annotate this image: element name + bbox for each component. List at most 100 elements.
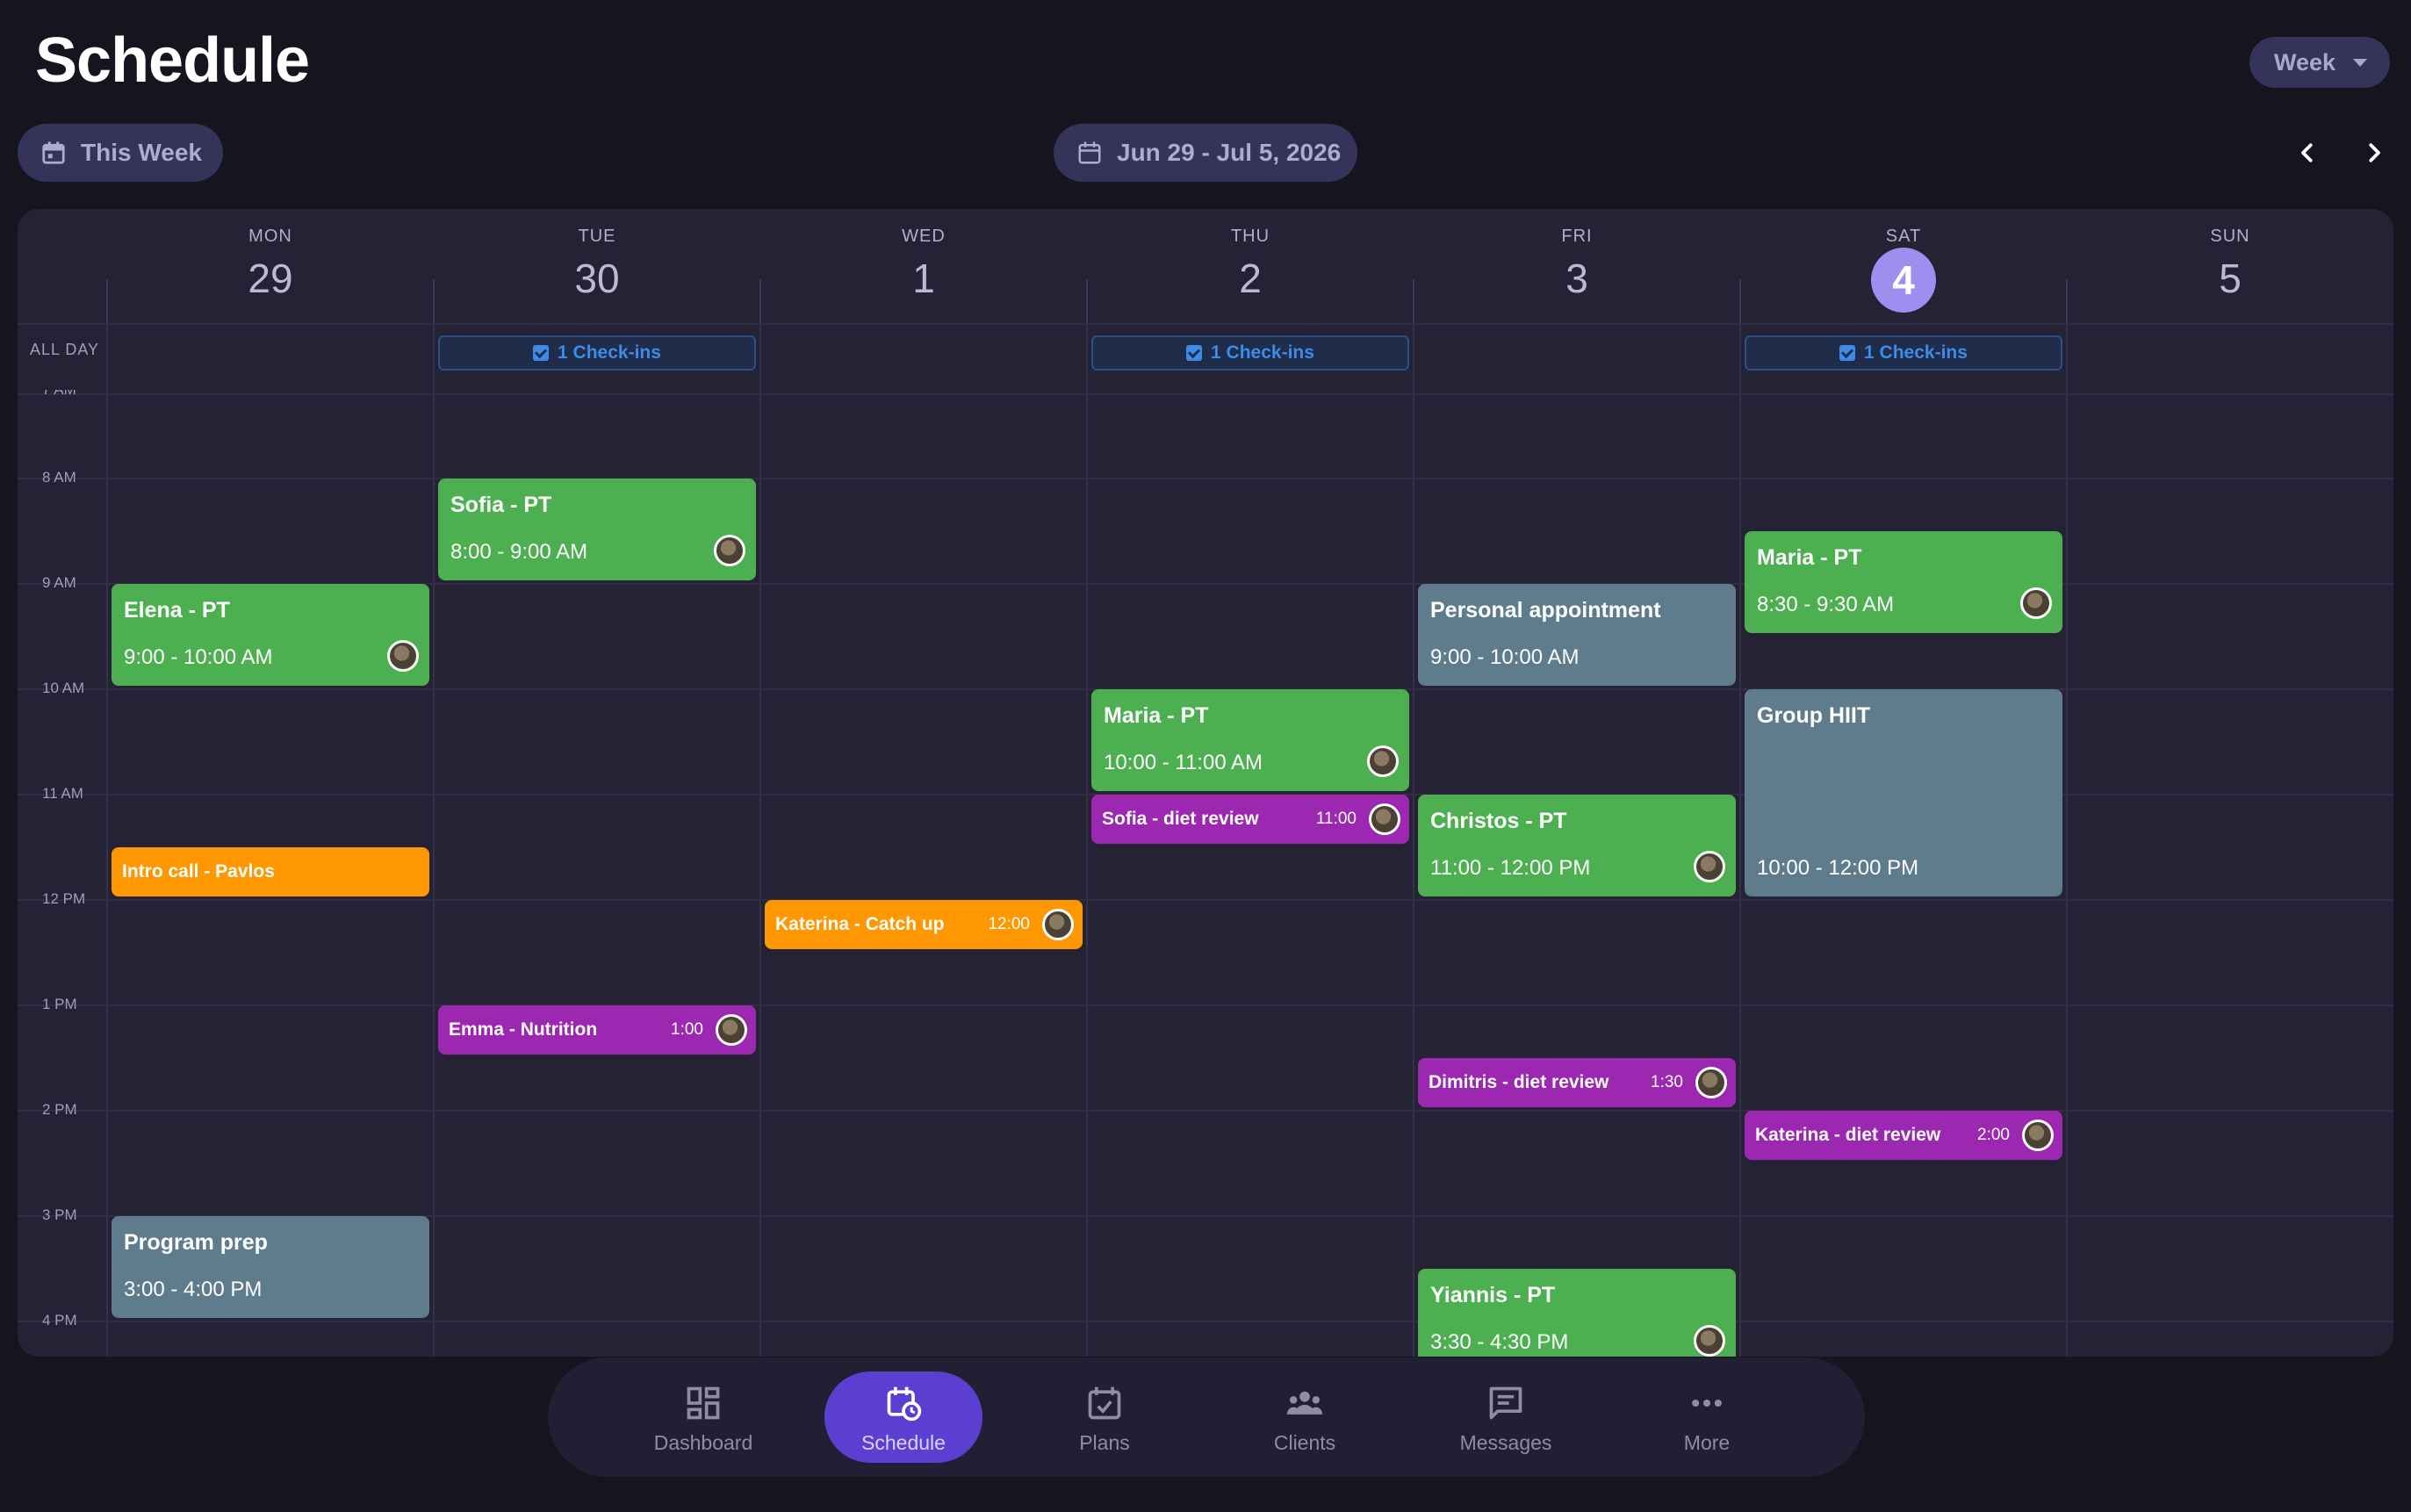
event-time: 10:00 - 11:00 AM: [1104, 751, 1263, 774]
event-title: Dimitris - diet review: [1429, 1072, 1609, 1092]
client-avatar: [1694, 851, 1725, 882]
day-header-wed[interactable]: WED 1: [760, 209, 1087, 323]
nav-item-messages[interactable]: Messages: [1427, 1357, 1585, 1477]
previous-week-button[interactable]: [2290, 135, 2325, 170]
day-name: SAT: [1885, 227, 1922, 246]
time-label: 1 PM: [42, 996, 77, 1012]
day-header-sun[interactable]: SUN 5: [2067, 209, 2393, 323]
event-time: 10:00 - 12:00 PM: [1757, 856, 1919, 880]
event-card[interactable]: Maria - PT 8:30 - 9:30 AM: [1745, 531, 2062, 633]
grid-divider: [18, 393, 2393, 395]
clients-icon: [1285, 1384, 1324, 1422]
event-card[interactable]: Katerina - diet review 2:00: [1745, 1111, 2062, 1160]
grid-divider: [18, 323, 2393, 325]
more-icon: [1688, 1384, 1726, 1422]
header-divider: [1739, 279, 1741, 323]
page-title: Schedule: [35, 25, 310, 96]
event-card[interactable]: Katerina - Catch up 12:00: [765, 900, 1083, 949]
checkin-badge[interactable]: 1 Check-ins: [1745, 335, 2062, 371]
checkin-label: 1 Check-ins: [558, 342, 661, 363]
day-header-sat[interactable]: SAT 4: [1740, 209, 2067, 323]
event-card[interactable]: Personal appointment 9:00 - 10:00 AM: [1418, 584, 1736, 686]
day-header-mon[interactable]: MON 29: [107, 209, 434, 323]
day-name: MON: [248, 227, 292, 246]
next-week-button[interactable]: [2357, 135, 2392, 170]
nav-item-plans[interactable]: Plans: [1026, 1357, 1184, 1477]
event-card[interactable]: Maria - PT 10:00 - 11:00 AM: [1091, 689, 1409, 791]
nav-item-dashboard[interactable]: Dashboard: [624, 1357, 782, 1477]
time-label: 7 AM: [42, 390, 76, 397]
event-card[interactable]: Program prep 3:00 - 4:00 PM: [112, 1216, 429, 1318]
nav-item-clients[interactable]: Clients: [1226, 1357, 1384, 1477]
checkin-label: 1 Check-ins: [1211, 342, 1314, 363]
header-divider: [433, 279, 435, 323]
event-time: 11:00 - 12:00 PM: [1430, 856, 1591, 880]
event-time: 11:00: [1315, 810, 1357, 828]
date-range-button[interactable]: Jun 29 - Jul 5, 2026: [1054, 124, 1357, 182]
event-card[interactable]: Yiannis - PT 3:30 - 4:30 PM: [1418, 1269, 1736, 1357]
header-divider: [1413, 279, 1414, 323]
event-title: Yiannis - PT: [1430, 1283, 1556, 1307]
chevron-down-icon: [2353, 58, 2368, 67]
dashboard-icon: [684, 1384, 723, 1422]
event-time: 8:30 - 9:30 AM: [1757, 593, 1895, 616]
client-avatar: [1042, 909, 1074, 940]
event-title: Group HIIT: [1757, 703, 1871, 728]
hour-line: [18, 1004, 2393, 1006]
day-name: SUN: [2210, 227, 2250, 246]
checkbox-icon: [1186, 345, 1203, 361]
time-label: 2 PM: [42, 1101, 77, 1118]
day-header-fri[interactable]: FRI 3: [1414, 209, 1740, 323]
event-card[interactable]: Elena - PT 9:00 - 10:00 AM: [112, 584, 429, 686]
event-title: Sofia - diet review: [1102, 809, 1259, 829]
time-label: 12 PM: [42, 890, 86, 907]
header-divider: [759, 279, 761, 323]
this-week-button[interactable]: This Week: [18, 124, 223, 182]
day-name: WED: [902, 227, 946, 246]
checkin-badge[interactable]: 1 Check-ins: [438, 335, 756, 371]
nav-item-more[interactable]: More: [1628, 1357, 1786, 1477]
client-avatar: [387, 640, 419, 672]
all-day-label: ALL DAY: [30, 341, 100, 358]
event-title: Personal appointment: [1430, 598, 1661, 623]
day-header-thu[interactable]: THU 2: [1087, 209, 1414, 323]
calendar-icon: [1076, 140, 1103, 166]
client-avatar: [1369, 803, 1400, 835]
event-title: Elena - PT: [124, 598, 230, 623]
event-card[interactable]: Intro call - Pavlos: [112, 847, 429, 896]
schedule-icon: [884, 1384, 923, 1422]
view-mode-select[interactable]: Week: [2249, 37, 2390, 88]
nav-item-schedule[interactable]: Schedule: [824, 1372, 982, 1463]
event-card[interactable]: Sofia - diet review 11:00: [1091, 795, 1409, 844]
chevron-right-icon: [2369, 143, 2380, 162]
day-header-tue[interactable]: TUE 30: [434, 209, 760, 323]
day-name: FRI: [1561, 227, 1593, 246]
header-divider: [106, 279, 108, 323]
date-range-label: Jun 29 - Jul 5, 2026: [1117, 139, 1342, 166]
checkbox-icon: [533, 345, 550, 361]
checkin-badge[interactable]: 1 Check-ins: [1091, 335, 1409, 371]
event-card[interactable]: Emma - Nutrition 1:00: [438, 1005, 756, 1055]
event-card[interactable]: Dimitris - diet review 1:30: [1418, 1058, 1736, 1107]
event-time: 12:00: [988, 915, 1030, 933]
event-title: Maria - PT: [1757, 545, 1862, 570]
chevron-left-icon: [2301, 143, 2313, 162]
time-label: 8 AM: [42, 469, 76, 486]
today-date-badge: 4: [1871, 248, 1936, 313]
day-number: 5: [2219, 256, 2242, 301]
event-time: 2:00: [1977, 1126, 2010, 1144]
event-title: Katerina - diet review: [1755, 1125, 1941, 1145]
nav-item-label: Schedule: [861, 1431, 946, 1454]
nav-item-label: Dashboard: [653, 1431, 753, 1454]
calendar-icon: [40, 140, 67, 166]
event-card[interactable]: Sofia - PT 8:00 - 9:00 AM: [438, 479, 756, 580]
plans-icon: [1085, 1384, 1124, 1422]
event-time: 9:00 - 10:00 AM: [124, 645, 273, 669]
event-card[interactable]: Group HIIT 10:00 - 12:00 PM: [1745, 689, 2062, 896]
client-avatar: [1367, 745, 1399, 777]
event-title: Katerina - Catch up: [775, 914, 945, 934]
event-time: 1:00: [671, 1020, 703, 1039]
event-time: 9:00 - 10:00 AM: [1430, 645, 1580, 669]
event-card[interactable]: Christos - PT 11:00 - 12:00 PM: [1418, 795, 1736, 896]
hour-line: [18, 899, 2393, 901]
